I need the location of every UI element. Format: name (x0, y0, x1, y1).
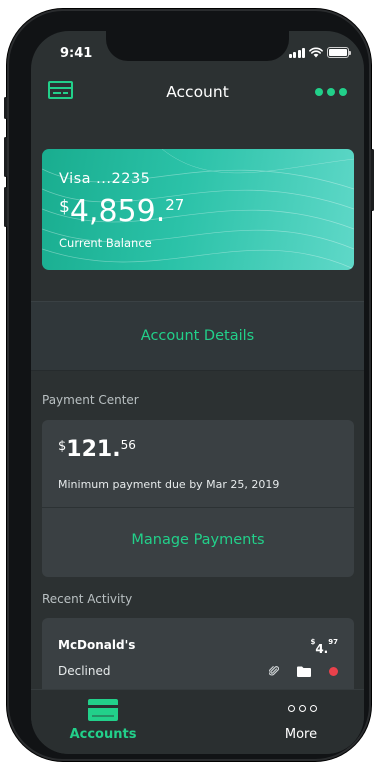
folder-icon[interactable] (297, 666, 311, 677)
balance-card[interactable]: Visa ...2235 $4,859.27 Current Balance (42, 149, 354, 270)
current-balance-label: Current Balance (59, 236, 152, 250)
account-details-link[interactable]: Account Details (31, 328, 364, 344)
list-item[interactable]: McDonald's $4.97 Declined (42, 618, 354, 698)
paperclip-icon[interactable] (269, 665, 279, 677)
transaction-icons (269, 665, 338, 677)
app-screen: 9:41 Account Visa ...2235 $4,859.27 Curr… (31, 31, 364, 754)
manage-payments-link[interactable]: Manage Payments (42, 532, 354, 548)
payment-due-text: Minimum payment due by Mar 25, 2019 (58, 478, 280, 491)
card-name: Visa ...2235 (59, 171, 151, 187)
payment-center-label: Payment Center (42, 393, 139, 407)
tab-accounts-label: Accounts (69, 727, 137, 742)
account-details-panel: Account Details (31, 301, 364, 371)
divider (42, 507, 354, 508)
more-dots-icon (288, 705, 317, 712)
status-icons (288, 47, 351, 58)
merchant-name: McDonald's (58, 638, 136, 652)
silent-switch (4, 97, 7, 119)
notch (106, 31, 289, 61)
current-balance-amount: $4,859.27 (59, 194, 185, 229)
tab-more[interactable]: More (241, 690, 361, 754)
transaction-status: Declined (58, 664, 111, 678)
volume-up-button (4, 137, 7, 177)
signal-icon (288, 47, 305, 58)
minimum-payment-amount: $121.56 (58, 437, 136, 462)
tab-bar: Accounts More (31, 689, 364, 754)
power-button (371, 149, 374, 211)
status-dot-icon (329, 666, 338, 676)
tab-more-label: More (284, 727, 318, 742)
tab-accounts[interactable]: Accounts (43, 690, 163, 754)
credit-card-icon (88, 699, 118, 721)
status-time: 9:41 (60, 46, 93, 61)
volume-down-button (4, 187, 7, 227)
header: Account (31, 75, 364, 111)
recent-activity-label: Recent Activity (42, 592, 133, 606)
payment-card: $121.56 Minimum payment due by Mar 25, 2… (42, 420, 354, 577)
transaction-amount: $4.97 (310, 638, 338, 656)
phone-frame: 9:41 Account Visa ...2235 $4,859.27 Curr… (4, 9, 374, 761)
battery-icon (327, 47, 351, 58)
wifi-icon (309, 47, 323, 58)
more-dots-icon[interactable] (315, 88, 347, 96)
